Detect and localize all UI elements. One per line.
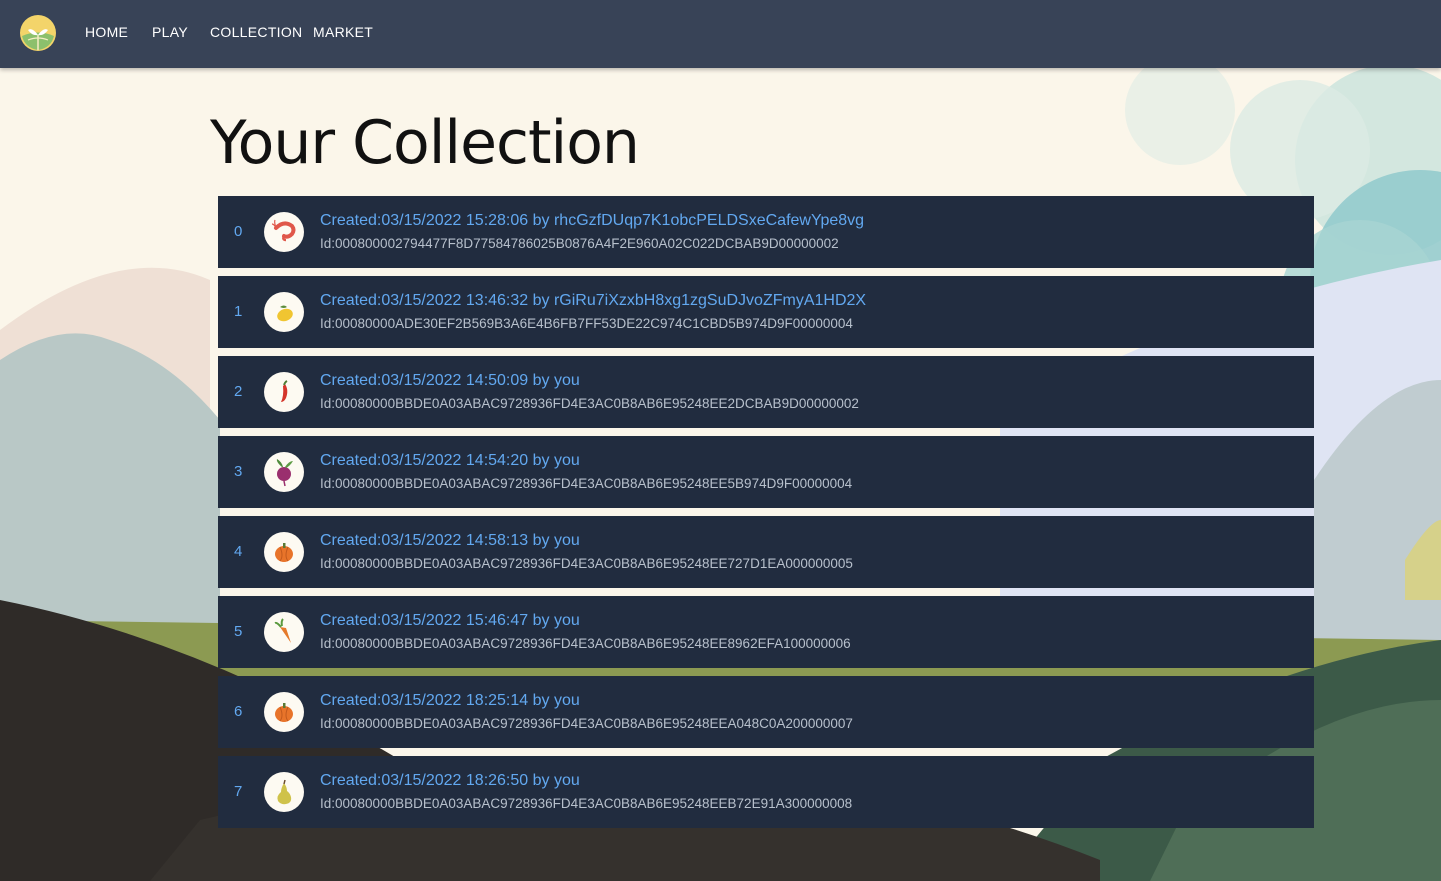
top-navbar: HOME PLAY COLLECTION MARKET	[0, 0, 1441, 68]
pear-icon	[264, 772, 304, 812]
item-id: Id:00080000ADE30EF2B569B3A6E4B6FB7FF53DE…	[320, 316, 853, 331]
collection-list: 0 Created:03/15/2022 15:28:06 by rhcGzfD…	[218, 196, 1314, 836]
item-id: Id:00080000BBDE0A03ABAC9728936FD4E3AC0B8…	[320, 476, 853, 491]
item-title[interactable]: Created:03/15/2022 14:50:09 by you	[320, 372, 580, 390]
item-title[interactable]: Created:03/15/2022 15:46:47 by you	[320, 612, 580, 630]
item-index: 1	[234, 303, 243, 320]
item-index: 2	[234, 383, 243, 400]
pumpkin-icon	[264, 692, 304, 732]
item-id: Id:00080000BBDE0A03ABAC9728936FD4E3AC0B8…	[320, 796, 853, 811]
nav-play[interactable]: PLAY	[152, 24, 188, 40]
chili-pepper-icon	[264, 372, 304, 412]
item-title[interactable]: Created:03/15/2022 14:58:13 by you	[320, 532, 580, 550]
collection-item-7[interactable]: 7 Created:03/15/2022 18:26:50 by you Id:…	[218, 756, 1314, 828]
nav-collection[interactable]: COLLECTION	[210, 24, 302, 40]
nav-market[interactable]: MARKET	[313, 24, 373, 40]
collection-item-0[interactable]: 0 Created:03/15/2022 15:28:06 by rhcGzfD…	[218, 196, 1314, 268]
item-id: Id:00080000BBDE0A03ABAC9728936FD4E3AC0B8…	[320, 556, 853, 571]
collection-item-6[interactable]: 6 Created:03/15/2022 18:25:14 by you Id:…	[218, 676, 1314, 748]
item-index: 6	[234, 703, 243, 720]
pumpkin-icon	[264, 532, 304, 572]
item-title[interactable]: Created:03/15/2022 18:26:50 by you	[320, 772, 580, 790]
collection-item-3[interactable]: 3 Created:03/15/2022 14:54:20 by you Id:…	[218, 436, 1314, 508]
item-index: 4	[234, 543, 243, 560]
item-index: 5	[234, 623, 243, 640]
collection-item-5[interactable]: 5 Created:03/15/2022 15:46:47 by you Id:…	[218, 596, 1314, 668]
collection-item-4[interactable]: 4 Created:03/15/2022 14:58:13 by you Id:…	[218, 516, 1314, 588]
collection-item-2[interactable]: 2 Created:03/15/2022 14:50:09 by you Id:…	[218, 356, 1314, 428]
lemon-icon	[264, 292, 304, 332]
item-index: 7	[234, 783, 243, 800]
logo-icon[interactable]	[19, 14, 57, 52]
item-index: 3	[234, 463, 243, 480]
shrimp-icon	[264, 212, 304, 252]
item-title[interactable]: Created:03/15/2022 18:25:14 by you	[320, 692, 580, 710]
item-id: Id:00080000BBDE0A03ABAC9728936FD4E3AC0B8…	[320, 396, 859, 411]
item-index: 0	[234, 223, 243, 240]
carrot-icon	[264, 612, 304, 652]
item-title[interactable]: Created:03/15/2022 13:46:32 by rGiRu7iXz…	[320, 292, 866, 310]
item-id: Id:000800002794477F8D77584786025B0876A4F…	[320, 236, 839, 251]
item-title[interactable]: Created:03/15/2022 15:28:06 by rhcGzfDUq…	[320, 212, 864, 230]
item-title[interactable]: Created:03/15/2022 14:54:20 by you	[320, 452, 580, 470]
item-id: Id:00080000BBDE0A03ABAC9728936FD4E3AC0B8…	[320, 716, 853, 731]
beet-icon	[264, 452, 304, 492]
item-id: Id:00080000BBDE0A03ABAC9728936FD4E3AC0B8…	[320, 636, 851, 651]
nav-home[interactable]: HOME	[85, 24, 128, 40]
page-title: Your Collection	[210, 108, 640, 178]
collection-item-1[interactable]: 1 Created:03/15/2022 13:46:32 by rGiRu7i…	[218, 276, 1314, 348]
